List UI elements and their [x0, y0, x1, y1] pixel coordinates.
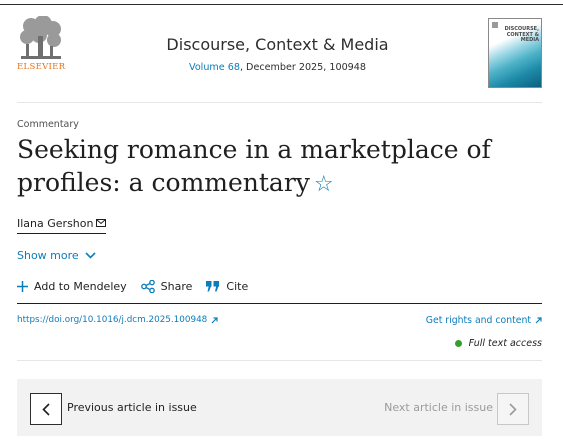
- external-link-icon: [535, 317, 542, 324]
- share-icon: [140, 280, 155, 293]
- mail-icon: [96, 217, 107, 230]
- add-to-mendeley-button[interactable]: Add to Mendeley: [17, 280, 127, 293]
- links-divider: [17, 360, 542, 361]
- author-link[interactable]: Ilana Gershon: [17, 217, 107, 234]
- chevron-left-icon: [42, 402, 50, 416]
- rights-text: Get rights and content: [425, 315, 531, 326]
- next-article-label: Next article in issue: [384, 401, 493, 414]
- external-link-icon: [211, 316, 218, 323]
- chevron-down-icon: [85, 252, 96, 259]
- plus-icon: [17, 281, 28, 292]
- journal-cover-thumbnail[interactable]: DISCOURSE, CONTEXT & MEDIA: [488, 18, 542, 88]
- add-to-mendeley-label: Add to Mendeley: [34, 280, 127, 293]
- share-label: Share: [160, 280, 193, 293]
- publisher-name: ELSEVIER: [17, 62, 66, 72]
- chevron-right-icon: [509, 402, 517, 416]
- cover-title-text: DISCOURSE, CONTEXT & MEDIA: [504, 26, 539, 43]
- issue-details: , December 2025, 100948: [239, 62, 366, 73]
- access-label: Full text access: [468, 338, 542, 349]
- header-divider: [17, 102, 542, 103]
- article-title-text: Seeking romance in a marketplace of prof…: [17, 135, 491, 197]
- next-article-button: [497, 393, 529, 425]
- show-more-button[interactable]: Show more: [17, 249, 96, 262]
- volume-link[interactable]: Volume 68: [189, 62, 240, 73]
- rights-link[interactable]: Get rights and content: [426, 315, 542, 326]
- issue-navigation: Previous article in issue Next article i…: [17, 379, 542, 436]
- doi-link[interactable]: https://doi.org/10.1016/j.dcm.2025.10094…: [17, 315, 218, 325]
- top-border: [0, 4, 563, 5]
- journal-title[interactable]: Discourse, Context & Media: [100, 35, 455, 54]
- show-more-label: Show more: [17, 249, 79, 262]
- cite-button[interactable]: Cite: [206, 280, 248, 293]
- article-title: Seeking romance in a marketplace of prof…: [17, 133, 537, 201]
- quote-icon: [206, 281, 220, 292]
- previous-article-button[interactable]: [30, 393, 62, 425]
- cite-label: Cite: [226, 280, 249, 293]
- actions-divider: [17, 303, 542, 304]
- author-name: Ilana Gershon: [17, 217, 94, 230]
- star-icon[interactable]: ☆: [314, 172, 334, 197]
- share-button[interactable]: Share: [140, 280, 193, 293]
- access-status: Full text access: [454, 338, 542, 349]
- article-type: Commentary: [17, 119, 79, 130]
- previous-article-label[interactable]: Previous article in issue: [67, 401, 197, 414]
- article-actions: Add to Mendeley Share Cite: [17, 280, 262, 293]
- doi-text: https://doi.org/10.1016/j.dcm.2025.10094…: [17, 315, 208, 325]
- issue-info: Volume 68, December 2025, 100948: [100, 62, 455, 73]
- access-indicator-dot: [454, 340, 462, 347]
